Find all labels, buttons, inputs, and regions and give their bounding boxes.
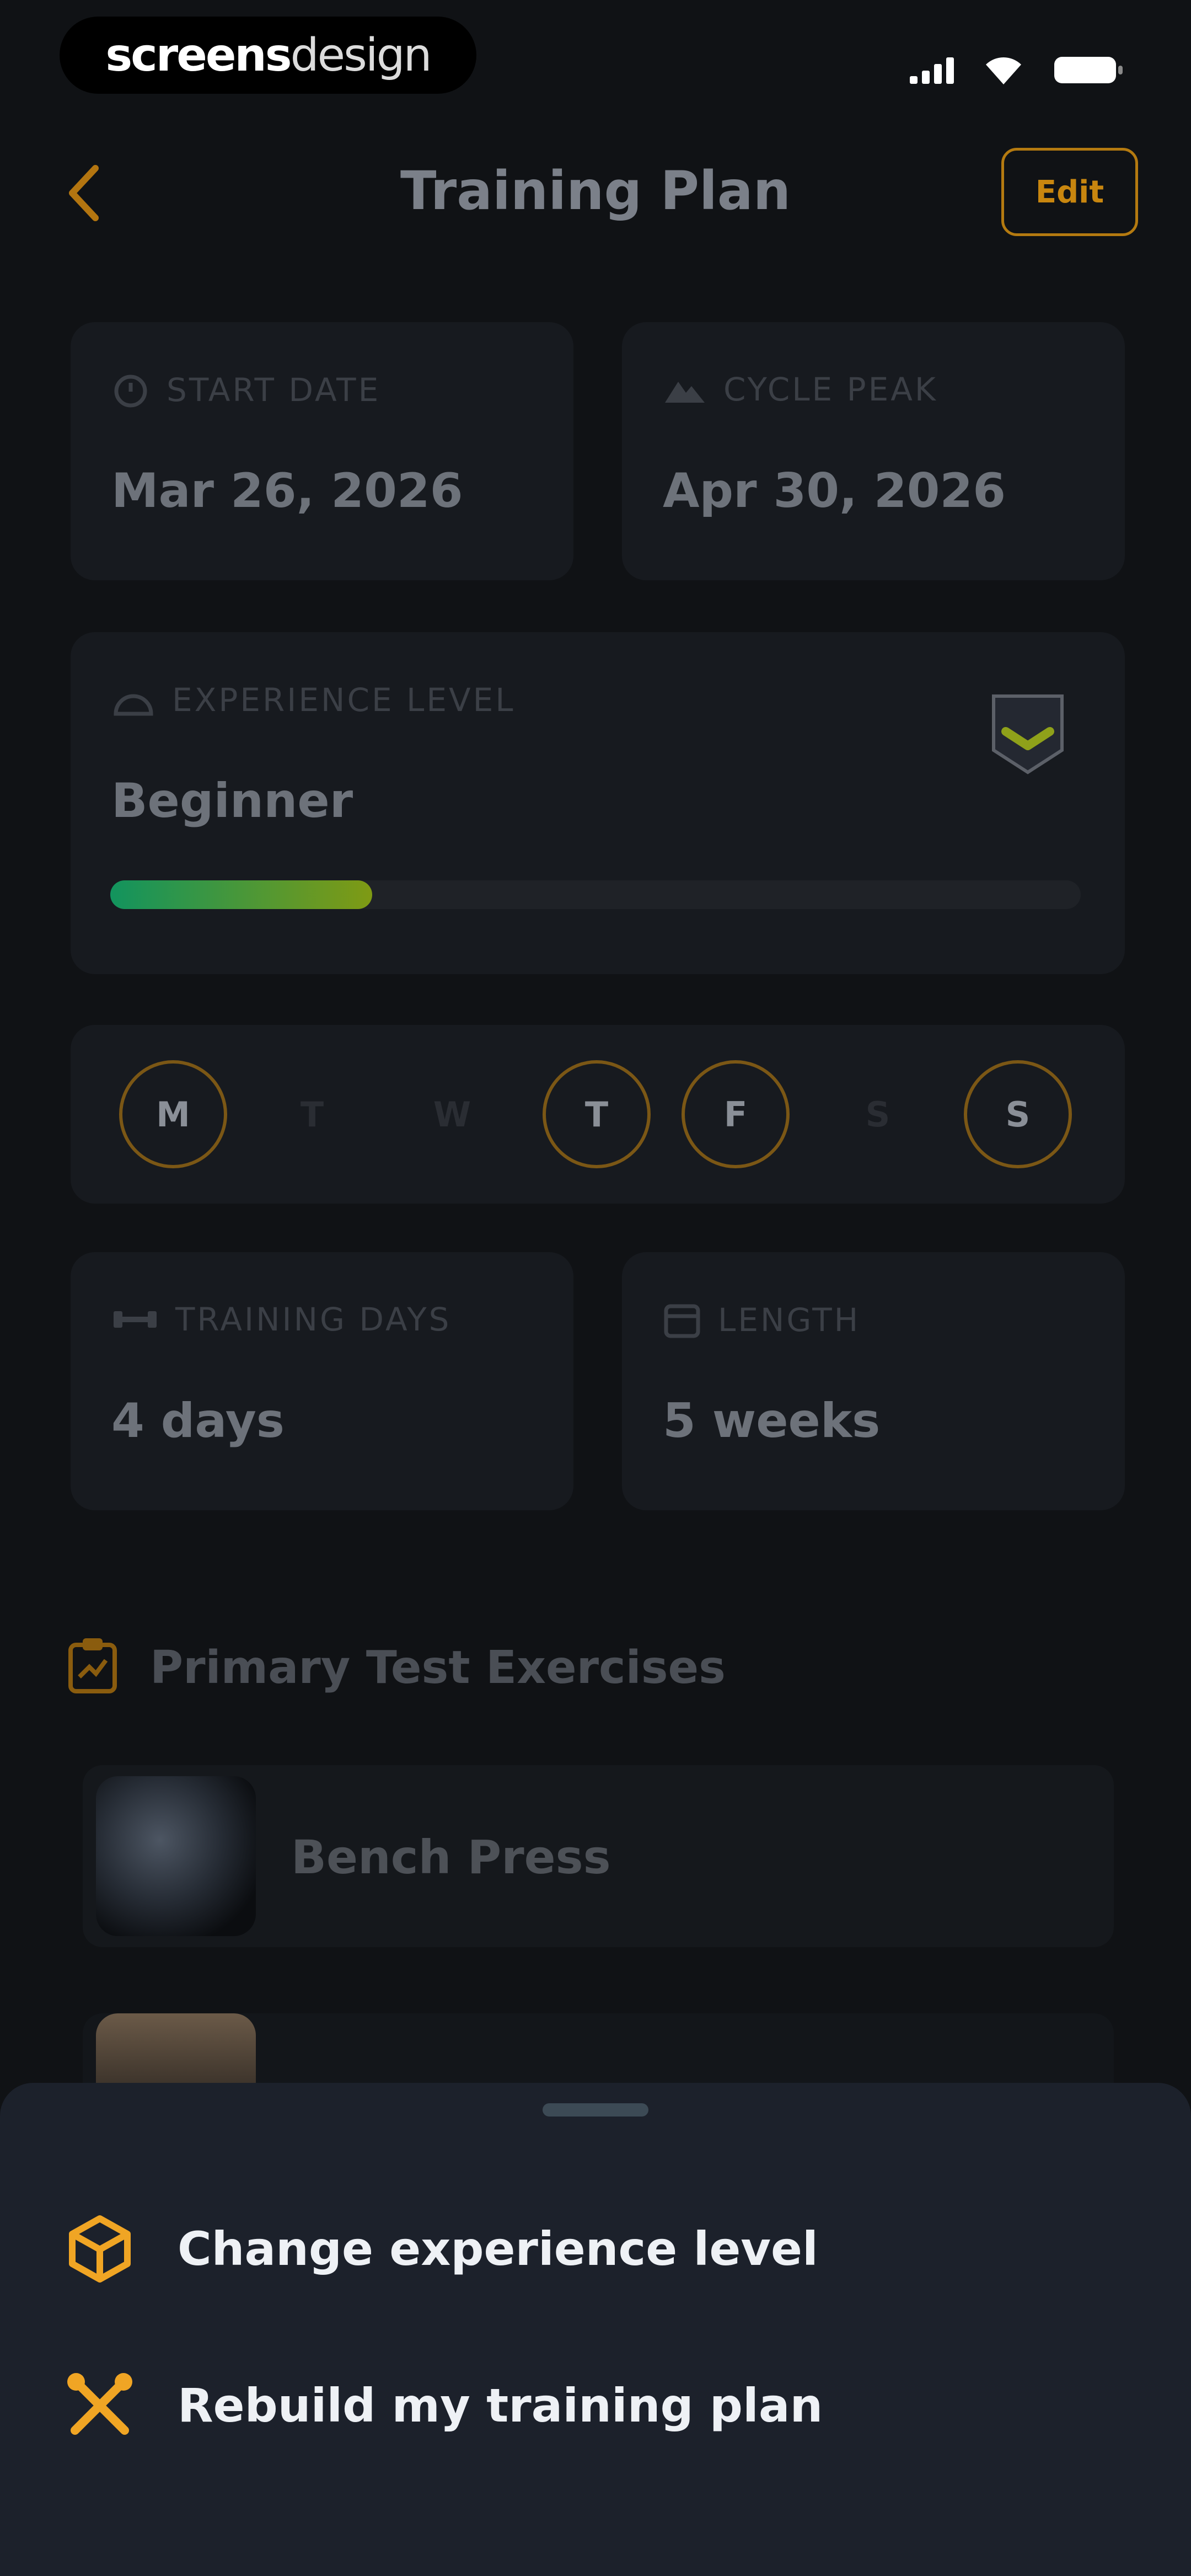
battery-icon — [1054, 57, 1123, 83]
sheet-drag-handle[interactable] — [543, 2103, 648, 2117]
weekday-toggle[interactable]: W — [398, 1060, 506, 1168]
cycle-peak-value: Apr 30, 2026 — [663, 463, 1006, 519]
menu-label-change-experience: Change experience level — [178, 2222, 818, 2276]
start-date-label-text: START DATE — [167, 371, 381, 409]
training-days-label-text: TRAINING DAYS — [175, 1301, 452, 1338]
exercise-thumbnail — [96, 1776, 256, 1936]
experience-progress-bar — [110, 880, 1081, 909]
length-value: 5 weeks — [663, 1393, 881, 1449]
weekday-toggle[interactable]: M — [119, 1060, 227, 1168]
menu-item-rebuild-training-plan[interactable]: Rebuild my training plan — [0, 2344, 1191, 2466]
calendar-icon — [664, 1304, 700, 1338]
training-days-value: 4 days — [111, 1393, 285, 1449]
gauge-icon — [114, 694, 153, 716]
logo-text-bold: screens — [105, 29, 292, 82]
weekday-toggle[interactable]: S — [824, 1060, 932, 1168]
start-date-label: START DATE — [111, 371, 380, 409]
cycle-peak-label: CYCLE PEAK — [663, 371, 938, 408]
experience-level-card[interactable]: EXPERIENCE LEVEL Beginner — [71, 632, 1125, 974]
experience-progress-fill — [110, 880, 373, 909]
training-days-card[interactable]: TRAINING DAYS 4 days — [71, 1252, 573, 1510]
tools-icon — [67, 2373, 132, 2435]
weekday-toggle[interactable]: S — [964, 1060, 1072, 1168]
logo-text-light: design — [290, 29, 432, 82]
status-icons — [910, 51, 1125, 89]
screensdesign-logo: screens design — [60, 17, 476, 94]
weekday-toggle[interactable]: T — [258, 1060, 366, 1168]
edit-button[interactable]: Edit — [1001, 148, 1138, 236]
cycle-peak-label-text: CYCLE PEAK — [723, 371, 938, 408]
clipboard-icon — [68, 1638, 117, 1693]
signal-icon — [910, 56, 954, 84]
start-date-value: Mar 26, 2026 — [111, 463, 463, 519]
menu-item-change-experience-level[interactable]: Change experience level — [0, 2188, 1191, 2309]
exercise-name: Bench Press — [291, 1830, 611, 1884]
training-days-label: TRAINING DAYS — [111, 1301, 451, 1338]
clock-icon — [114, 375, 147, 408]
experience-level-label-text: EXPERIENCE LEVEL — [172, 681, 516, 719]
mountain-icon — [665, 382, 705, 403]
length-card[interactable]: LENGTH 5 weeks — [622, 1252, 1125, 1510]
length-label: LENGTH — [663, 1301, 860, 1339]
wifi-icon — [986, 57, 1021, 84]
weekday-toggle[interactable]: F — [682, 1060, 790, 1168]
section-title-primary-exercises: Primary Test Exercises — [150, 1642, 726, 1694]
menu-label-rebuild-plan: Rebuild my training plan — [178, 2379, 823, 2433]
exercise-row-bench-press[interactable]: Bench Press — [83, 1765, 1114, 1947]
level-badge-icon — [992, 694, 1064, 774]
experience-level-label: EXPERIENCE LEVEL — [111, 681, 516, 719]
start-date-card[interactable]: START DATE Mar 26, 2026 — [71, 322, 573, 580]
options-bottom-sheet — [0, 2083, 1191, 2576]
dumbbell-icon — [114, 1311, 157, 1328]
experience-level-value: Beginner — [111, 773, 353, 829]
cube-icon — [69, 2215, 131, 2283]
length-label-text: LENGTH — [718, 1301, 861, 1339]
cycle-peak-card[interactable]: CYCLE PEAK Apr 30, 2026 — [622, 322, 1125, 580]
weekday-toggle[interactable]: T — [543, 1060, 651, 1168]
